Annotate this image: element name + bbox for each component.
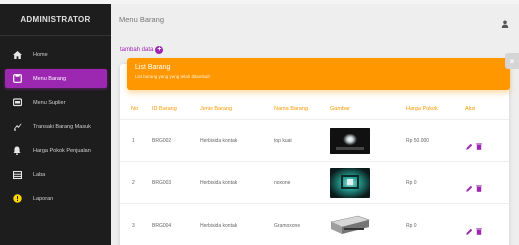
layers-icon xyxy=(12,98,22,107)
cell-harga: Rp 50.000 xyxy=(406,138,430,144)
list-card: List Barang List barang yang yang telah … xyxy=(120,58,510,245)
cell-id: BRG004 xyxy=(152,223,172,229)
table-row: 2 BRG003 Herbisida kontak noxone Rp 0 xyxy=(120,161,509,203)
sidebar-item-label: Home xyxy=(33,51,48,58)
product-image xyxy=(330,168,370,198)
column-header: Jenis Barang xyxy=(200,106,233,112)
sidebar-item-label: Menu Suplier xyxy=(33,99,66,106)
box-icon xyxy=(12,74,22,83)
cell-id: BRG003 xyxy=(152,180,172,186)
cell-id: BRG002 xyxy=(152,138,172,144)
delete-icon[interactable] xyxy=(476,222,482,235)
close-icon[interactable]: × xyxy=(505,53,519,69)
sidebar-brand[interactable]: ADMINISTRATOR xyxy=(0,4,111,36)
person-icon[interactable] xyxy=(501,15,509,28)
column-header: No xyxy=(131,106,139,112)
sidebar-item-label: Menu Barang xyxy=(33,75,67,82)
card-title: List Barang xyxy=(135,64,171,71)
sidebar-item-laporan[interactable]: Laporan xyxy=(5,189,107,208)
card-header: List Barang List barang yang yang telah … xyxy=(127,58,510,90)
cell-jenis: Herbisida kontak xyxy=(200,138,238,144)
cell-no: 3 xyxy=(132,223,135,229)
edit-icon[interactable] xyxy=(466,137,473,150)
bell-icon xyxy=(12,146,22,155)
column-header: Aksi xyxy=(465,106,476,112)
cell-jenis: Herbisida kontak xyxy=(200,223,238,229)
table-row: 3 BRG004 Herbisida kontak Gramoxone Rp 0 xyxy=(120,203,509,245)
sidebar-item-laba[interactable]: Laba xyxy=(5,165,107,184)
product-image xyxy=(330,128,370,154)
info-icon xyxy=(12,194,22,203)
add-data-link[interactable]: tambah data + xyxy=(120,46,164,54)
sidebar-item-hpp[interactable]: Harga Pokok Penjualan xyxy=(5,141,107,160)
cell-harga: Rp 0 xyxy=(406,223,417,229)
cell-nama: top kuat xyxy=(274,138,292,144)
edit-icon[interactable] xyxy=(466,179,473,192)
sidebar-item-label: Laba xyxy=(33,171,46,178)
cell-nama: Gramoxone xyxy=(274,223,301,229)
sidebar-item-transaksi[interactable]: Transaki Barang Masuk xyxy=(5,117,107,136)
truck-icon xyxy=(12,122,22,131)
sidebar: ADMINISTRATOR Home Menu Barang Menu Supl… xyxy=(0,4,111,245)
app: ADMINISTRATOR Home Menu Barang Menu Supl… xyxy=(0,0,519,245)
column-header: Nama Barang xyxy=(274,106,308,112)
cell-jenis: Herbisida kontak xyxy=(200,180,238,186)
product-image xyxy=(328,212,372,240)
card-subtitle: List barang yang yang telah ditambah xyxy=(135,74,211,79)
column-header: Harga Pokok xyxy=(406,106,438,112)
add-data-label: tambah data xyxy=(120,47,154,53)
top-bar: Menu Barang xyxy=(111,4,519,34)
cell-nama: noxone xyxy=(274,180,291,186)
sidebar-nav: Home Menu Barang Menu Suplier Transaki B… xyxy=(0,36,111,208)
column-header: Gambar xyxy=(330,106,350,112)
grid-icon xyxy=(12,170,22,179)
main-content: Menu Barang tambah data + List Barang Li… xyxy=(111,4,519,245)
cell-no: 1 xyxy=(132,138,135,144)
sidebar-item-label: Transaki Barang Masuk xyxy=(33,123,91,130)
table-header: No ID Barang Jenis Barang Nama Barang Ga… xyxy=(120,106,509,116)
column-header: ID Barang xyxy=(152,106,177,112)
edit-icon[interactable] xyxy=(466,222,473,235)
sidebar-item-menu-suplier[interactable]: Menu Suplier xyxy=(5,93,107,112)
delete-icon[interactable] xyxy=(476,179,482,192)
cell-harga: Rp 0 xyxy=(406,180,417,186)
home-icon xyxy=(12,50,22,59)
cell-no: 2 xyxy=(132,180,135,186)
table-row: 1 BRG002 Herbisida kontak top kuat Rp 50… xyxy=(120,119,509,161)
page-title: Menu Barang xyxy=(119,14,165,24)
sidebar-item-home[interactable]: Home xyxy=(5,45,107,64)
sidebar-item-menu-barang[interactable]: Menu Barang xyxy=(5,69,107,88)
plus-icon[interactable]: + xyxy=(155,46,164,54)
sidebar-item-label: Laporan xyxy=(33,195,54,202)
sidebar-item-label: Harga Pokok Penjualan xyxy=(33,147,91,154)
delete-icon[interactable] xyxy=(476,137,482,150)
